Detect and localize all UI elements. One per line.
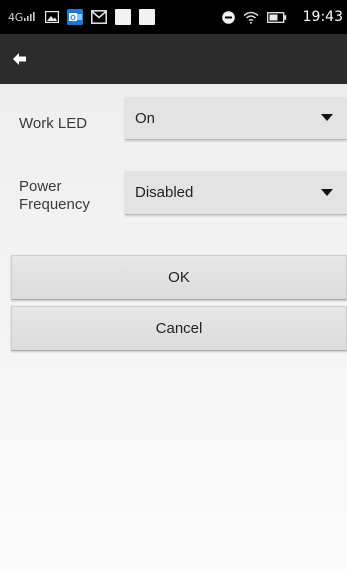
clock-time: 19:43 <box>302 9 343 25</box>
cancel-button[interactable]: Cancel <box>11 306 347 351</box>
do-not-disturb-icon <box>221 10 235 24</box>
ok-button[interactable]: OK <box>11 255 347 300</box>
work-led-label: Work LED <box>19 115 88 132</box>
network-type: 4G <box>8 11 37 24</box>
notification-placeholder-icon <box>114 9 131 25</box>
power-frequency-dropdown[interactable]: Disabled <box>125 171 347 215</box>
work-led-value: On <box>135 109 156 127</box>
wifi-icon <box>243 11 259 24</box>
status-bar-right: 19:43 <box>221 0 343 34</box>
back-arrow-icon <box>13 53 27 65</box>
notification-placeholder-icon <box>138 9 155 25</box>
gmail-icon <box>90 10 107 24</box>
power-frequency-value: Disabled <box>135 184 194 201</box>
dropdown-arrow-icon <box>321 188 333 196</box>
status-bar: 4G O 19:43 <box>0 0 347 34</box>
status-bar-left: 4G O <box>8 9 163 25</box>
outlook-icon: O <box>66 9 83 25</box>
back-button[interactable] <box>0 34 40 84</box>
network-type-label: 4G <box>8 10 23 24</box>
dropdown-arrow-icon <box>321 114 333 121</box>
power-frequency-label: Power Frequency <box>19 178 90 213</box>
signal-icon <box>23 11 37 24</box>
image-icon <box>44 11 59 23</box>
svg-text:O: O <box>70 15 76 22</box>
battery-icon <box>266 11 287 23</box>
work-led-dropdown[interactable]: On <box>125 97 347 140</box>
action-bar <box>0 34 347 84</box>
